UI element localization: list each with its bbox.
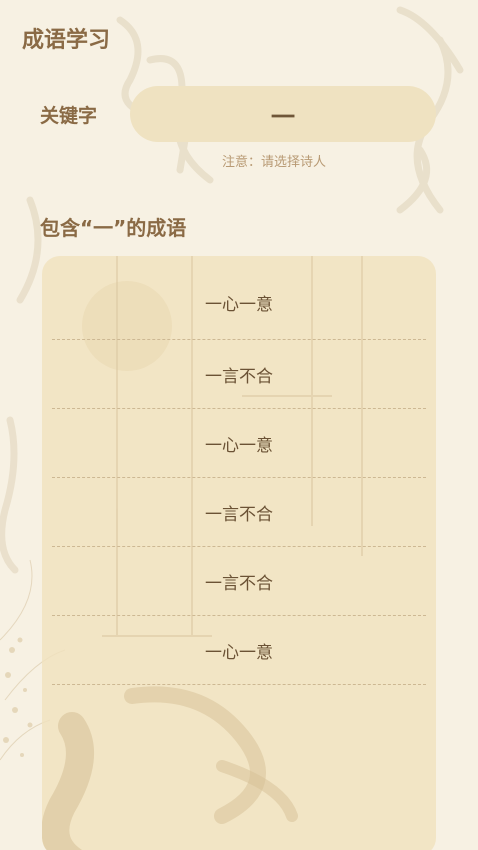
idiom-item[interactable]: 一心一意	[52, 616, 426, 685]
idiom-list: 一心一意 一言不合 一心一意 一言不合 一言不合 一心一意	[42, 256, 436, 850]
results-title: 包含“一”的成语	[40, 216, 187, 240]
idiom-item[interactable]: 一心一意	[52, 409, 426, 478]
idiom-item[interactable]: 一言不合	[52, 547, 426, 616]
keyword-label: 关键字	[40, 105, 98, 127]
idiom-item[interactable]: 一言不合	[52, 478, 426, 547]
hint-text: 注意：请选择诗人	[222, 155, 327, 170]
page-title: 成语学习	[22, 28, 111, 53]
keyword-input[interactable]: 一	[130, 86, 436, 142]
idiom-item[interactable]: 一心一意	[52, 256, 426, 340]
idiom-item[interactable]: 一言不合	[52, 340, 426, 409]
